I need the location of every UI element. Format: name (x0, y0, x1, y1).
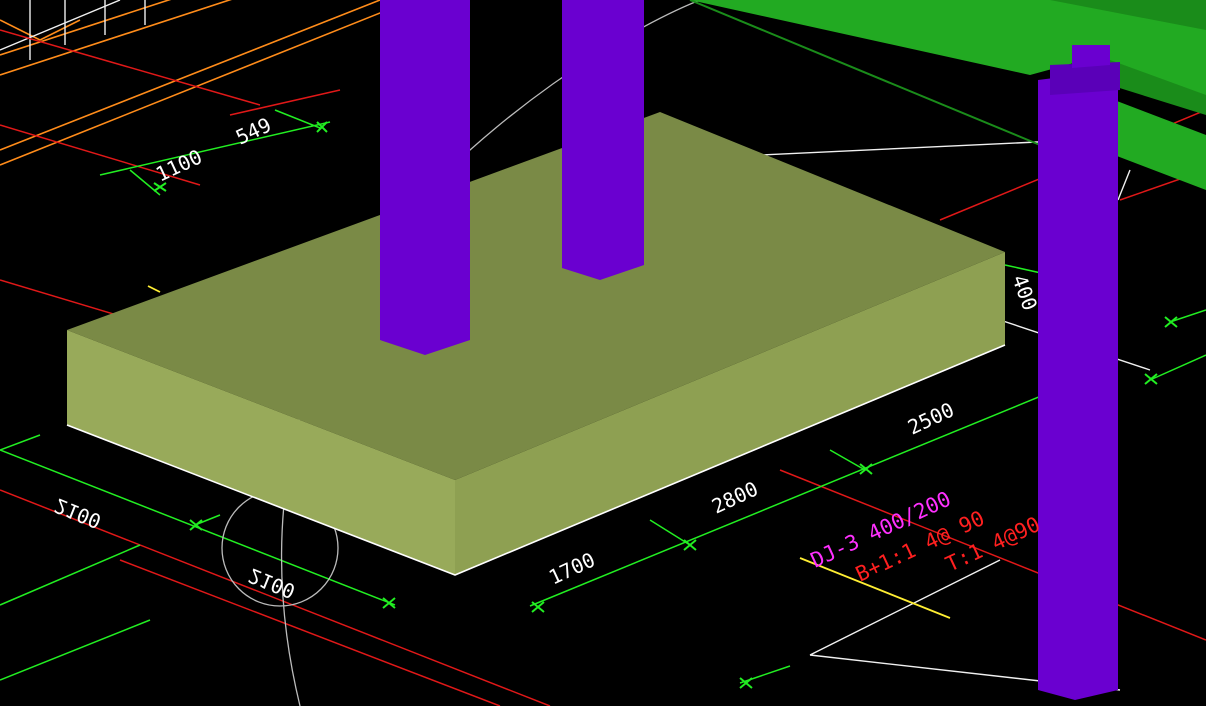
dimension-400: 400 (1007, 272, 1042, 314)
model-canvas[interactable]: 1100 549 2100 2100 1700 2800 2500 400 DJ… (0, 0, 1206, 706)
cad-3d-viewport[interactable]: 1100 549 2100 2100 1700 2800 2500 400 DJ… (0, 0, 1206, 706)
dimension-549: 549 (232, 113, 275, 150)
column-left[interactable] (380, 0, 470, 355)
dimension-2100-circle: 2100 (245, 563, 299, 603)
column-right[interactable] (1038, 45, 1120, 700)
dimension-1100: 1100 (152, 144, 206, 186)
dimension-2100-left: 2100 (51, 493, 105, 533)
footing-block[interactable] (66, 112, 1006, 576)
dimension-2800: 2800 (708, 476, 762, 518)
column-middle[interactable] (562, 0, 644, 280)
dimension-1700: 1700 (545, 547, 599, 589)
